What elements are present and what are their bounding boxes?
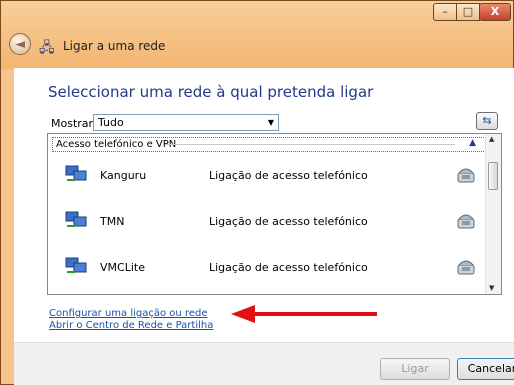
- close-button[interactable]: X: [479, 3, 511, 21]
- network-type: Ligação de acesso telefónico: [209, 261, 368, 274]
- group-label: Acesso telefónico e VPN: [56, 139, 177, 150]
- scroll-down-icon[interactable]: ▼: [489, 284, 494, 292]
- network-name: VMCLite: [100, 261, 145, 274]
- list-item[interactable]: VMCLite Ligação de acesso telefónico: [53, 248, 483, 294]
- scrollbar-thumb[interactable]: [488, 162, 498, 190]
- open-network-center-link[interactable]: Abrir o Centro de Rede e Partilha: [49, 320, 213, 331]
- configure-connection-link[interactable]: Configurar uma ligação ou rede: [49, 308, 207, 319]
- network-list[interactable]: Acesso telefónico e VPN ▲ Kanguru Ligaçã…: [47, 133, 502, 295]
- network-name: TMN: [100, 215, 125, 228]
- list-item[interactable]: TMN Ligação de acesso telefónico: [53, 202, 483, 248]
- filter-select[interactable]: Tudo ▼: [93, 114, 279, 131]
- telephone-icon: [457, 168, 475, 183]
- network-connection-icon: [65, 211, 87, 227]
- dialog-footer: Ligar Cancelar: [14, 342, 514, 385]
- telephone-icon: [457, 214, 475, 229]
- network-type: Ligação de acesso telefónico: [209, 169, 368, 182]
- connect-button[interactable]: Ligar: [380, 358, 450, 380]
- network-connection-icon: [65, 165, 87, 181]
- group-divider: [165, 144, 455, 145]
- list-item[interactable]: Kanguru Ligação de acesso telefónico: [53, 156, 483, 202]
- network-name: Kanguru: [100, 169, 147, 182]
- title-bar: – □ X ◄ 🖧 Ligar a uma rede: [1, 1, 513, 69]
- maximize-button[interactable]: □: [456, 3, 480, 21]
- filter-value: Tudo: [98, 116, 124, 129]
- network-connection-icon: [65, 257, 87, 273]
- window-title: Ligar a uma rede: [63, 39, 166, 53]
- network-wizard-icon: 🖧: [39, 40, 55, 56]
- network-type: Ligação de acesso telefónico: [209, 215, 368, 228]
- cancel-button[interactable]: Cancelar: [457, 358, 514, 380]
- red-arrow-icon: [231, 305, 377, 323]
- refresh-button[interactable]: ⇆: [476, 112, 498, 130]
- minimize-button[interactable]: –: [433, 3, 457, 21]
- page-heading: Seleccionar uma rede à qual pretenda lig…: [48, 83, 374, 101]
- scroll-up-icon[interactable]: ▲: [489, 135, 494, 143]
- content-area: Seleccionar uma rede à qual pretenda lig…: [14, 68, 514, 342]
- chevron-up-icon[interactable]: ▲: [469, 137, 476, 150]
- group-header[interactable]: Acesso telefónico e VPN ▲: [52, 137, 486, 152]
- list-scrollbar[interactable]: ▲ ▼: [485, 134, 501, 294]
- dialog-window: – □ X ◄ 🖧 Ligar a uma rede Seleccionar u…: [0, 0, 514, 385]
- filter-label: Mostrar: [51, 117, 94, 130]
- telephone-icon: [457, 260, 475, 275]
- chevron-down-icon: ▼: [267, 118, 274, 127]
- refresh-icon: ⇆: [482, 114, 492, 127]
- back-arrow-icon[interactable]: ◄: [9, 33, 31, 55]
